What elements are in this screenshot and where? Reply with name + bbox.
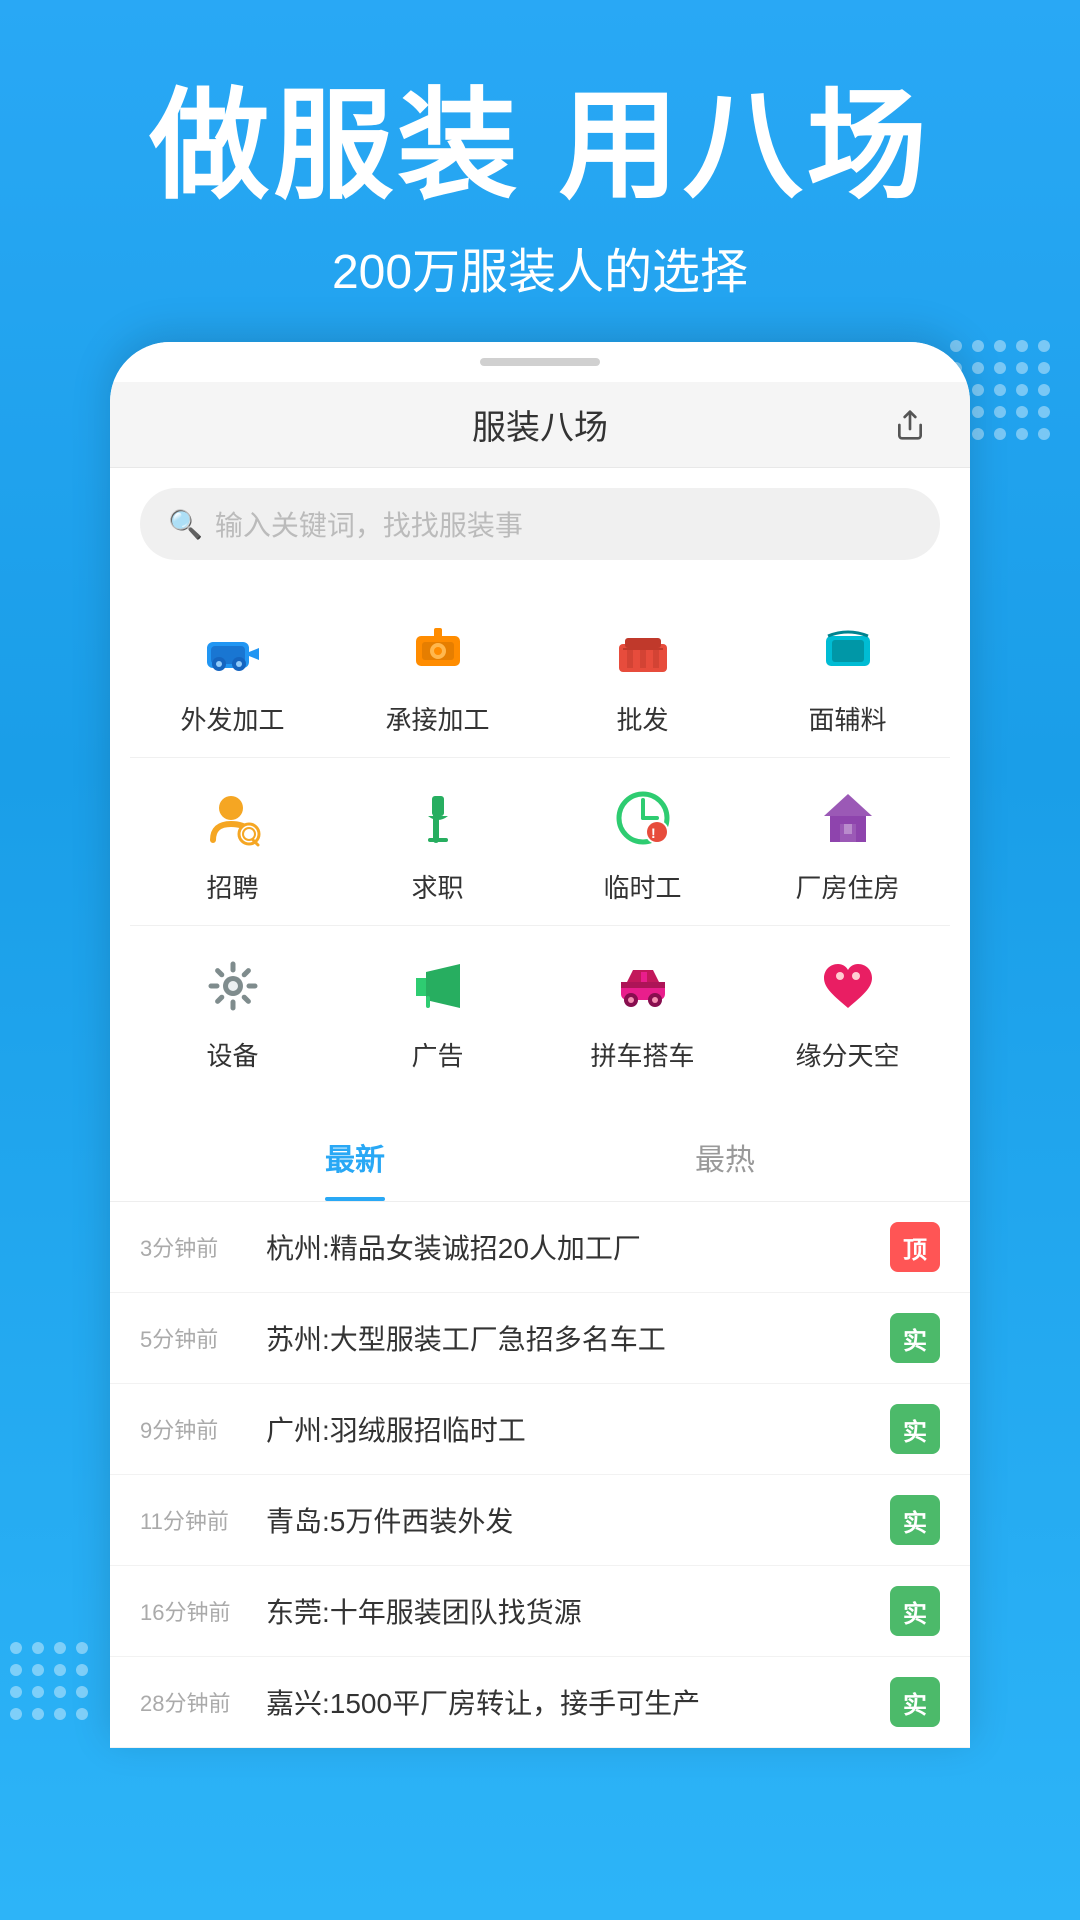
category-item-yuanfen[interactable]: 缘分天空	[768, 946, 928, 1073]
guanggao-label: 广告	[411, 1036, 463, 1073]
category-row-1: 招聘 求职	[110, 758, 970, 925]
linshigong-icon: !	[603, 778, 683, 858]
search-bar[interactable]: 🔍 输入关键词，找找服装事	[140, 488, 940, 560]
post-badge-2: 实	[890, 1404, 940, 1454]
post-list: 3分钟前 杭州:精品女装诚招20人加工厂 顶 5分钟前 苏州:大型服装工厂急招多…	[110, 1202, 970, 1748]
post-badge-3: 实	[890, 1495, 940, 1545]
yuanfen-label: 缘分天空	[795, 1036, 899, 1073]
phone-mockup: 服装八场 🔍 输入关键词，找找服装事	[110, 342, 970, 1748]
hero-subtitle: 200万服装人的选择	[60, 232, 1020, 302]
search-input-placeholder: 输入关键词，找找服装事	[215, 504, 523, 544]
share-button[interactable]	[890, 405, 930, 445]
post-item-0[interactable]: 3分钟前 杭州:精品女装诚招20人加工厂 顶	[110, 1202, 970, 1293]
share-icon	[894, 409, 926, 441]
category-item-changfang[interactable]: 厂房住房	[768, 778, 928, 905]
mianfuliao-label: 面辅料	[808, 700, 886, 737]
post-title-2: 广州:羽绒服招临时工	[266, 1409, 874, 1449]
qiuzhi-label: 求职	[411, 868, 463, 905]
shebei-label: 设备	[206, 1036, 258, 1073]
phone-notch-bar	[110, 342, 970, 382]
post-title-3: 青岛:5万件西装外发	[266, 1500, 874, 1540]
app-title: 服装八场	[190, 400, 890, 449]
category-item-guanggao[interactable]: 广告	[358, 946, 518, 1073]
changfang-label: 厂房住房	[795, 868, 899, 905]
category-item-mianfuliao[interactable]: 面辅料	[768, 610, 928, 737]
post-title-4: 东莞:十年服装团队找货源	[266, 1591, 874, 1631]
post-time-1: 5分钟前	[140, 1322, 250, 1354]
category-item-waifa[interactable]: 外发加工	[153, 610, 313, 737]
waifa-icon	[193, 610, 273, 690]
post-time-3: 11分钟前	[140, 1504, 250, 1536]
category-item-shebei[interactable]: 设备	[153, 946, 313, 1073]
zhaopin-icon	[193, 778, 273, 858]
pinche-icon	[603, 946, 683, 1026]
post-badge-4: 实	[890, 1586, 940, 1636]
category-row-0: 外发加工 承接加工	[110, 590, 970, 757]
search-bar-wrap: 🔍 输入关键词，找找服装事	[110, 468, 970, 580]
post-badge-0: 顶	[890, 1222, 940, 1272]
post-item-3[interactable]: 11分钟前 青岛:5万件西装外发 实	[110, 1475, 970, 1566]
post-badge-1: 实	[890, 1313, 940, 1363]
tab-zuixin[interactable]: 最新	[170, 1113, 540, 1201]
category-grid: 外发加工 承接加工	[110, 580, 970, 1113]
search-icon: 🔍	[168, 508, 203, 541]
post-item-2[interactable]: 9分钟前 广州:羽绒服招临时工 实	[110, 1384, 970, 1475]
hero-title: 做服装 用八场	[60, 80, 1020, 212]
category-item-linshigong[interactable]: ! 临时工	[563, 778, 723, 905]
zhaopin-label: 招聘	[206, 868, 258, 905]
category-item-pifa[interactable]: 批发	[563, 610, 723, 737]
post-time-5: 28分钟前	[140, 1686, 250, 1718]
post-item-4[interactable]: 16分钟前 东莞:十年服装团队找货源 实	[110, 1566, 970, 1657]
tab-zuire[interactable]: 最热	[540, 1113, 910, 1201]
category-item-zhaopin[interactable]: 招聘	[153, 778, 313, 905]
shebei-icon	[193, 946, 273, 1026]
linshigong-label: 临时工	[603, 868, 681, 905]
phone-notch	[480, 358, 600, 366]
hero-section: 做服装 用八场 200万服装人的选择	[0, 0, 1080, 342]
dots-decoration-left	[10, 1642, 88, 1720]
guanggao-icon	[398, 946, 478, 1026]
category-item-chengjie[interactable]: 承接加工	[358, 610, 518, 737]
yuanfen-icon	[808, 946, 888, 1026]
post-time-2: 9分钟前	[140, 1413, 250, 1445]
post-item-1[interactable]: 5分钟前 苏州:大型服装工厂急招多名车工 实	[110, 1293, 970, 1384]
chengjie-label: 承接加工	[385, 700, 489, 737]
tabs-row: 最新 最热	[110, 1113, 970, 1202]
category-item-pinche[interactable]: 拼车搭车	[563, 946, 723, 1073]
svg-text:!: !	[651, 825, 656, 841]
waifa-label: 外发加工	[180, 700, 284, 737]
qiuzhi-icon	[398, 778, 478, 858]
app-header: 服装八场	[110, 382, 970, 468]
post-item-5[interactable]: 28分钟前 嘉兴:1500平厂房转让，接手可生产 实	[110, 1657, 970, 1748]
pifa-label: 批发	[616, 700, 668, 737]
mianfuliao-icon	[808, 610, 888, 690]
post-title-1: 苏州:大型服装工厂急招多名车工	[266, 1318, 874, 1358]
post-title-0: 杭州:精品女装诚招20人加工厂	[266, 1227, 874, 1267]
pifa-icon	[603, 610, 683, 690]
post-title-5: 嘉兴:1500平厂房转让，接手可生产	[266, 1682, 874, 1722]
changfang-icon	[808, 778, 888, 858]
pinche-label: 拼车搭车	[590, 1036, 694, 1073]
post-time-0: 3分钟前	[140, 1231, 250, 1263]
post-time-4: 16分钟前	[140, 1595, 250, 1627]
category-row-2: 设备 广告	[110, 926, 970, 1093]
chengjie-icon	[398, 610, 478, 690]
category-item-qiuzhi[interactable]: 求职	[358, 778, 518, 905]
post-badge-5: 实	[890, 1677, 940, 1727]
